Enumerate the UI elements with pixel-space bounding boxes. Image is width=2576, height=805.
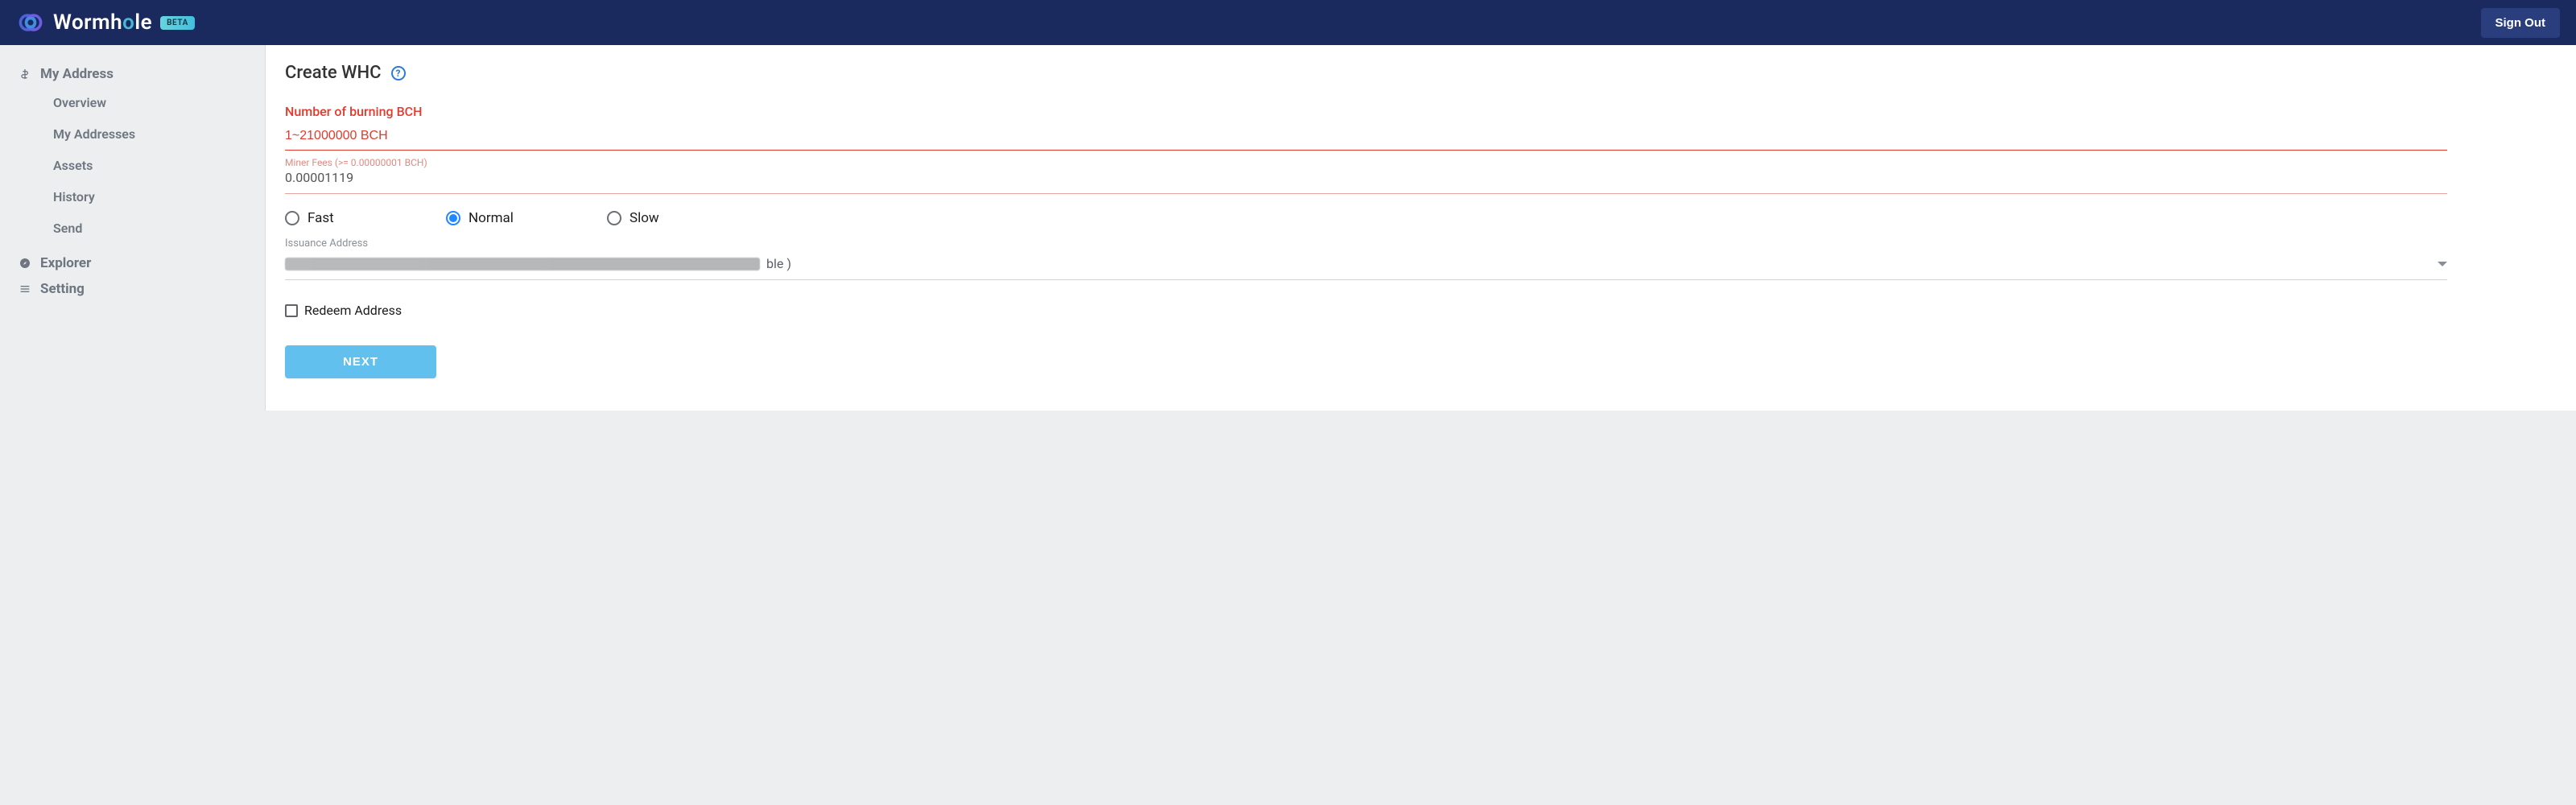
radio-label: Fast xyxy=(308,210,334,226)
radio-normal[interactable]: Normal xyxy=(446,210,607,226)
radio-slow[interactable]: Slow xyxy=(607,210,768,226)
topbar: Wormhole BETA Sign Out xyxy=(0,0,2576,45)
radio-icon xyxy=(446,211,460,225)
miner-fees-helper: Miner Fees (>= 0.00000001 BCH) xyxy=(285,157,2447,168)
beta-badge: BETA xyxy=(160,16,195,30)
issuance-address-label: Issuance Address xyxy=(285,237,2447,250)
issuance-address-value-redacted xyxy=(285,258,760,270)
page-title: Create WHC xyxy=(285,63,382,83)
redeem-address-checkbox[interactable] xyxy=(285,304,298,317)
main-content: Create WHC ? Number of burning BCH .fiel… xyxy=(266,45,2576,411)
sidebar-item-assets[interactable]: Assets xyxy=(18,150,252,181)
burning-bch-label: Number of burning BCH xyxy=(285,104,2447,119)
sidebar-item-my-addresses[interactable]: My Addresses xyxy=(18,118,252,150)
sidebar-item-send[interactable]: Send xyxy=(18,213,252,244)
miner-fees-value: 0.00001119 xyxy=(285,168,2447,193)
burning-bch-input[interactable] xyxy=(285,124,2447,150)
sidebar-item-history[interactable]: History xyxy=(18,181,252,213)
sign-out-button[interactable]: Sign Out xyxy=(2481,8,2561,38)
sidebar-item-label: Setting xyxy=(40,281,85,297)
sidebar-section-label: My Address xyxy=(40,66,114,82)
sidebar-item-overview[interactable]: Overview xyxy=(18,87,252,118)
sidebar-item-setting[interactable]: Setting xyxy=(18,276,252,302)
radio-icon xyxy=(285,211,299,225)
brand: Wormhole BETA xyxy=(16,8,195,37)
redeem-address-label: Redeem Address xyxy=(304,303,402,318)
issuance-address-select[interactable]: ble ) xyxy=(285,250,2447,280)
sidebar-item-explorer[interactable]: Explorer xyxy=(18,250,252,276)
radio-icon xyxy=(607,211,621,225)
sidebar: My Address Overview My Addresses Assets … xyxy=(0,45,266,411)
radio-label: Normal xyxy=(469,210,514,226)
brand-name: Wormhole xyxy=(53,10,152,35)
dollar-icon xyxy=(18,67,32,81)
wormhole-logo-icon xyxy=(16,8,45,37)
help-icon[interactable]: ? xyxy=(391,66,406,80)
radio-label: Slow xyxy=(630,210,659,226)
menu-icon xyxy=(18,282,32,296)
compass-icon xyxy=(18,256,32,270)
chevron-down-icon xyxy=(2438,262,2447,266)
fee-speed-group: Fast Normal Slow xyxy=(285,200,2447,234)
radio-fast[interactable]: Fast xyxy=(285,210,446,226)
sidebar-item-label: Explorer xyxy=(40,255,91,271)
sidebar-section-my-address[interactable]: My Address xyxy=(18,61,252,87)
issuance-address-suffix: ble ) xyxy=(766,256,791,271)
next-button[interactable]: NEXT xyxy=(285,345,436,378)
